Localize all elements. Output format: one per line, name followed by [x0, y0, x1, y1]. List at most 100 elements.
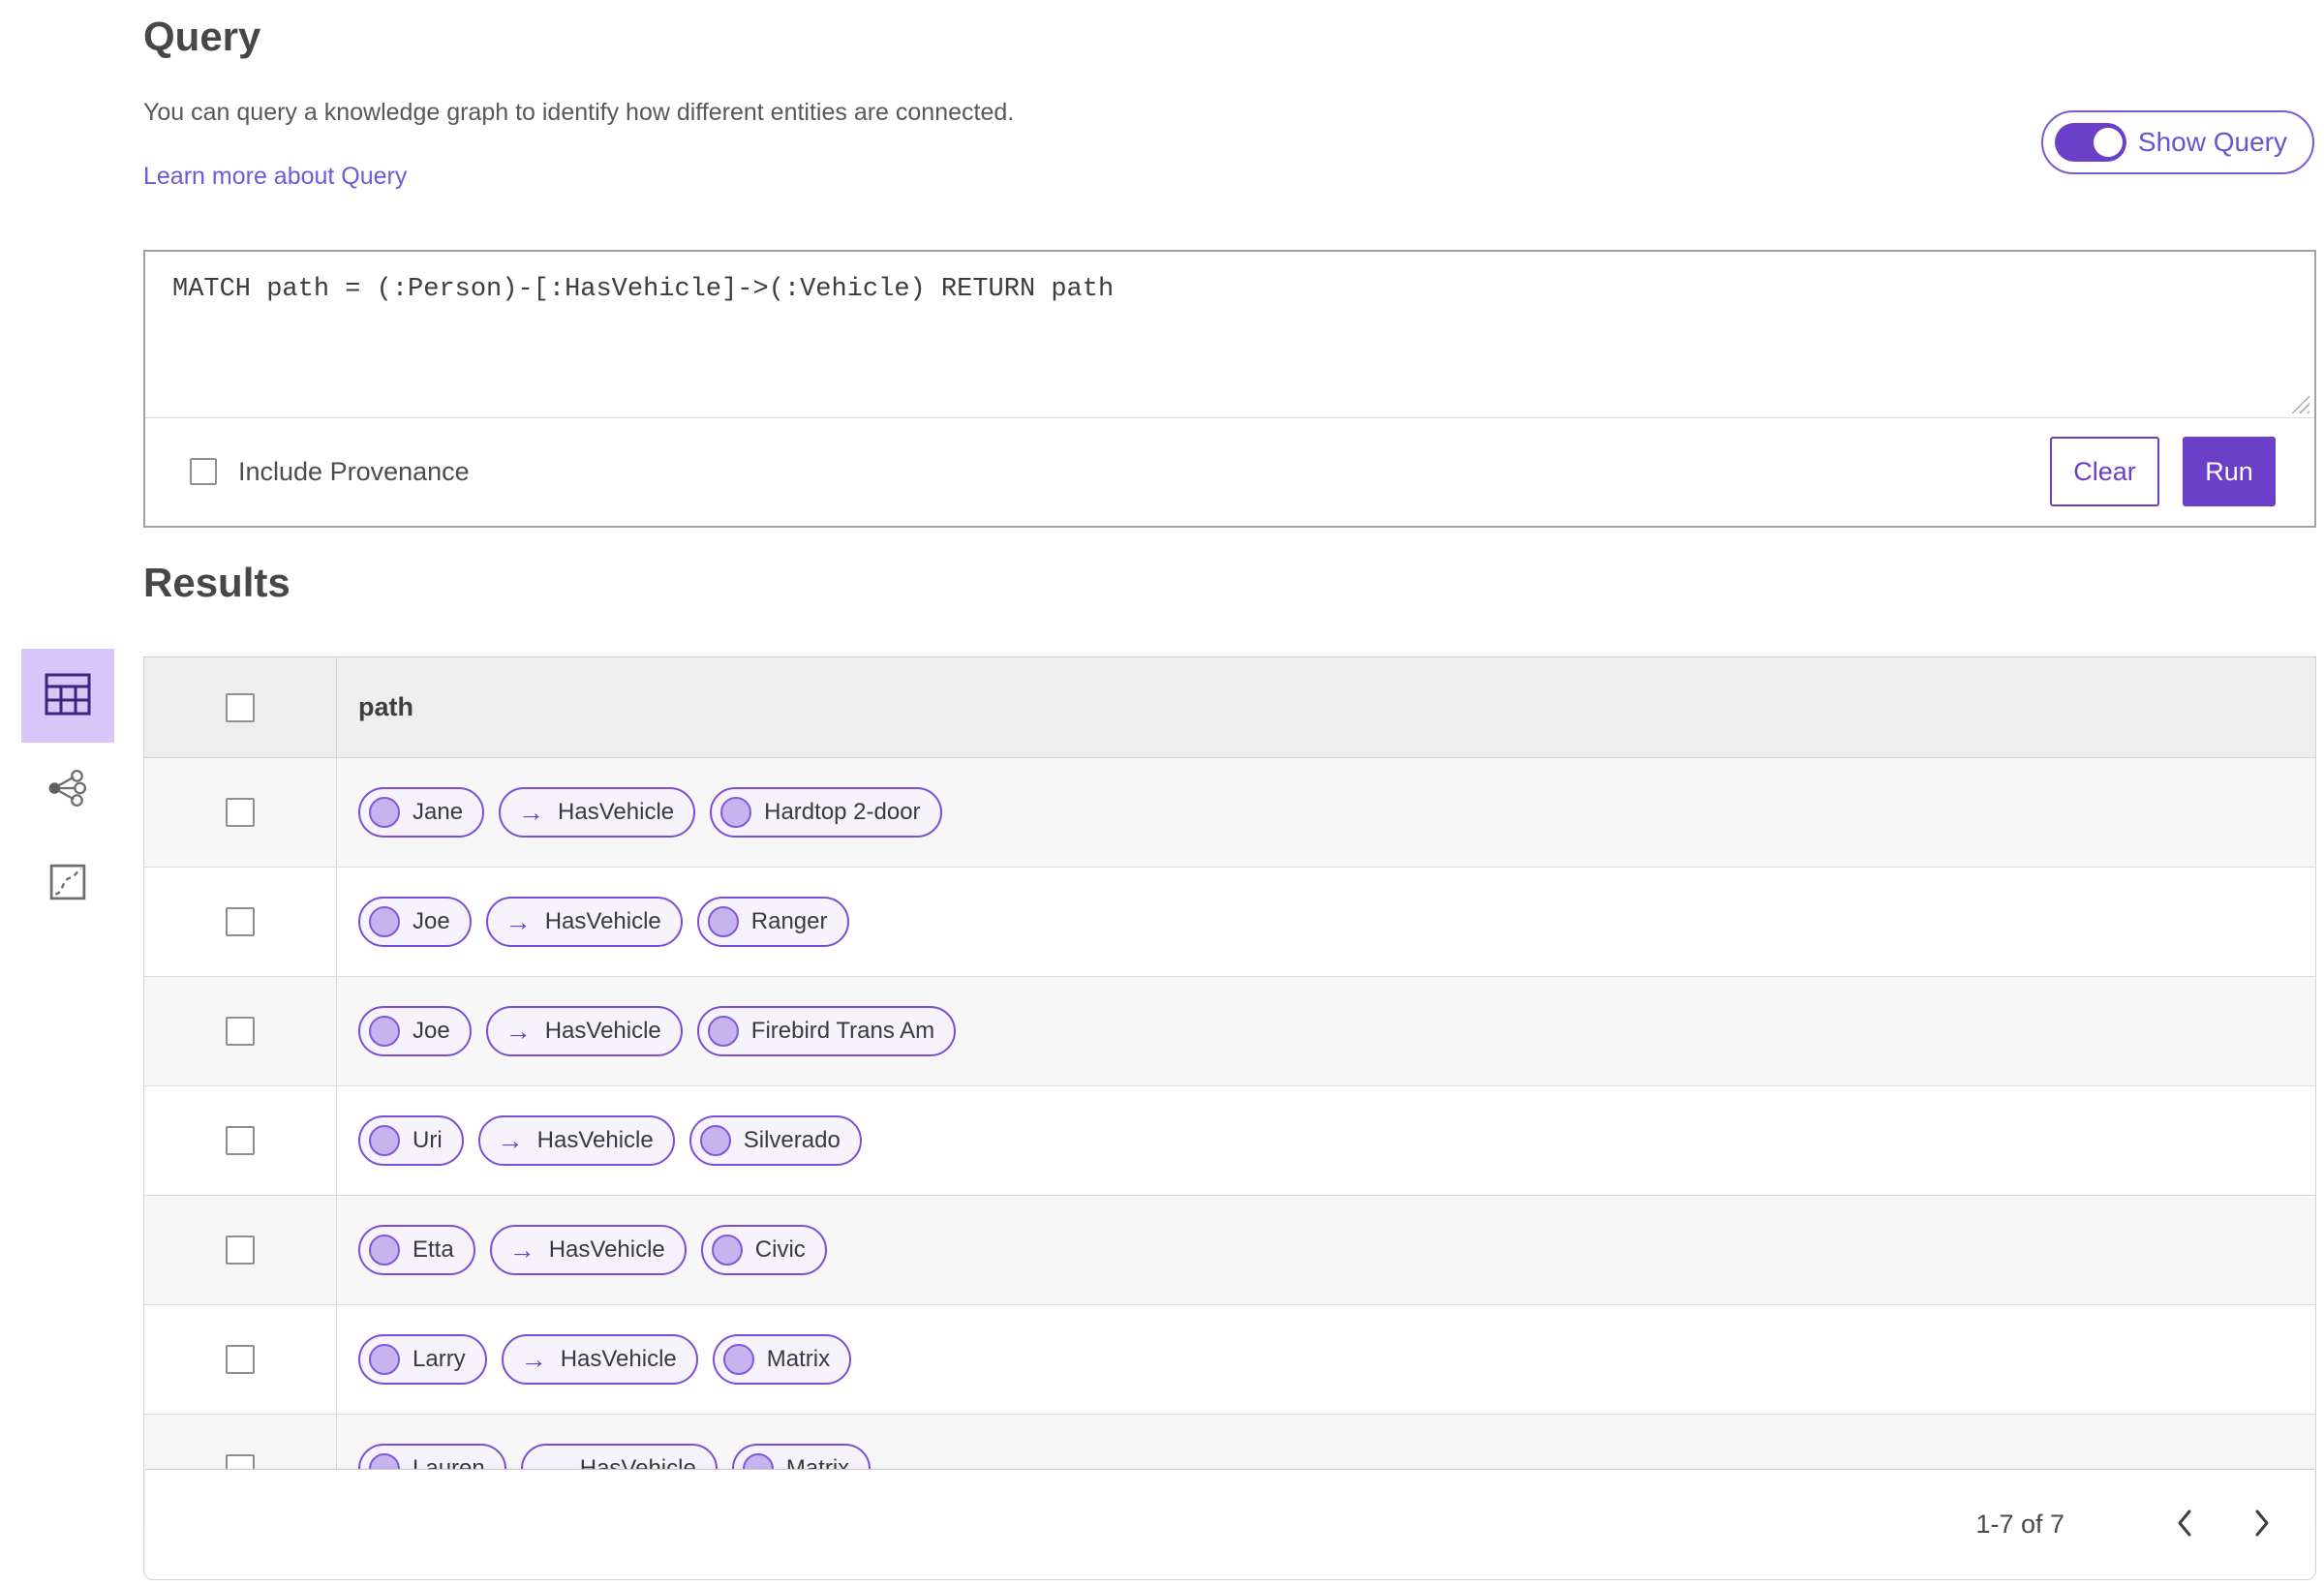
- relationship-label: HasVehicle: [544, 908, 661, 934]
- path-cell: Jane → HasVehicle Hardtop 2-door: [337, 758, 2315, 867]
- query-panel-footer: Include Provenance Clear Run: [145, 418, 2314, 525]
- relationship-pill[interactable]: → HasVehicle: [499, 787, 696, 838]
- row-select-cell: [144, 1196, 337, 1304]
- include-provenance-group[interactable]: Include Provenance: [190, 457, 470, 487]
- target-entity-pill[interactable]: Silverado: [688, 1115, 862, 1166]
- row-checkbox[interactable]: [226, 907, 255, 936]
- target-entity-label: Civic: [754, 1236, 806, 1263]
- table-view-icon: [45, 673, 91, 718]
- relationship-pill[interactable]: → HasVehicle: [485, 1006, 683, 1056]
- row-checkbox[interactable]: [226, 1345, 255, 1374]
- results-view-rail: [21, 649, 114, 930]
- target-entity-pill[interactable]: Matrix: [712, 1334, 852, 1385]
- target-entity-label: Firebird Trans Am: [750, 1018, 935, 1044]
- target-entity-label: Matrix: [766, 1346, 831, 1372]
- row-select-cell: [144, 758, 337, 867]
- pagination-range-label: 1-7 of 7: [1975, 1509, 2064, 1539]
- entity-node-icon: [699, 1125, 731, 1156]
- table-row: Larry → HasVehicle Matrix: [144, 1305, 2315, 1415]
- entity-node-icon: [722, 1344, 754, 1375]
- path-cell: Joe → HasVehicle Firebird Trans Am: [337, 977, 2315, 1085]
- relationship-pill[interactable]: → HasVehicle: [485, 897, 683, 947]
- row-select-cell: [144, 1086, 337, 1195]
- map-view-button[interactable]: [21, 837, 114, 930]
- arrow-right-icon: →: [497, 1125, 524, 1155]
- previous-page-button[interactable]: [2163, 1503, 2206, 1545]
- run-button[interactable]: Run: [2183, 437, 2276, 506]
- entity-node-icon: [720, 797, 752, 828]
- entity-node-icon: [707, 906, 739, 937]
- target-entity-label: Hardtop 2-door: [764, 799, 921, 825]
- chevron-right-icon: [2253, 1509, 2271, 1540]
- table-row: Uri → HasVehicle Silverado: [144, 1086, 2315, 1196]
- relationship-label: HasVehicle: [544, 1018, 661, 1044]
- clear-button[interactable]: Clear: [2050, 437, 2159, 506]
- row-checkbox[interactable]: [226, 1017, 255, 1046]
- target-entity-pill[interactable]: Ranger: [696, 897, 849, 947]
- select-all-checkbox[interactable]: [226, 692, 255, 722]
- target-entity-label: Ranger: [750, 908, 828, 934]
- path-column-header: path: [358, 692, 413, 721]
- relationship-label: HasVehicle: [548, 1236, 665, 1263]
- row-checkbox[interactable]: [226, 1126, 255, 1155]
- arrow-right-icon: →: [505, 1016, 532, 1046]
- toggle-knob: [2093, 128, 2123, 157]
- source-entity-pill[interactable]: Uri: [358, 1115, 464, 1166]
- show-query-toggle[interactable]: Show Query: [2040, 110, 2314, 174]
- link-chart-view-button[interactable]: [21, 743, 114, 837]
- source-entity-label: Larry: [413, 1346, 466, 1372]
- path-cell: Uri → HasVehicle Silverado: [337, 1086, 2315, 1195]
- source-entity-label: Joe: [413, 908, 450, 934]
- query-input[interactable]: MATCH path = (:Person)-[:HasVehicle]->(:…: [145, 252, 2314, 418]
- source-entity-pill[interactable]: Joe: [358, 1006, 472, 1056]
- target-entity-label: Silverado: [743, 1127, 841, 1153]
- path-cell: Larry → HasVehicle Matrix: [337, 1305, 2315, 1414]
- entity-node-icon: [369, 1125, 400, 1156]
- include-provenance-label: Include Provenance: [238, 456, 470, 486]
- next-page-button[interactable]: [2241, 1503, 2283, 1545]
- results-title: Results: [143, 560, 290, 605]
- include-provenance-checkbox[interactable]: [190, 458, 217, 485]
- toggle-switch-icon[interactable]: [2054, 123, 2126, 162]
- link-chart-view-icon: [47, 768, 88, 811]
- table-row: Etta → HasVehicle Civic: [144, 1196, 2315, 1305]
- target-entity-pill[interactable]: Hardtop 2-door: [710, 787, 942, 838]
- entity-node-icon: [369, 1016, 400, 1047]
- arrow-right-icon: →: [508, 1235, 535, 1265]
- row-checkbox[interactable]: [226, 1235, 255, 1265]
- relationship-label: HasVehicle: [560, 1346, 677, 1372]
- learn-more-link[interactable]: Learn more about Query: [143, 163, 407, 191]
- relationship-label: HasVehicle: [536, 1127, 654, 1153]
- target-entity-pill[interactable]: Firebird Trans Am: [696, 1006, 957, 1056]
- map-view-icon: [49, 864, 86, 903]
- entity-node-icon: [711, 1235, 743, 1266]
- relationship-pill[interactable]: → HasVehicle: [489, 1225, 687, 1275]
- row-select-cell: [144, 977, 337, 1085]
- relationship-pill[interactable]: → HasVehicle: [477, 1115, 675, 1166]
- results-table-body: Jane → HasVehicle Hardtop 2-door Joe → HasVehi…: [144, 758, 2315, 1524]
- source-entity-pill[interactable]: Joe: [358, 897, 472, 947]
- target-entity-pill[interactable]: Civic: [700, 1225, 827, 1275]
- relationship-label: HasVehicle: [558, 799, 675, 825]
- relationship-pill[interactable]: → HasVehicle: [501, 1334, 698, 1385]
- entity-node-icon: [369, 1344, 400, 1375]
- arrow-right-icon: →: [520, 1344, 547, 1374]
- source-entity-pill[interactable]: Etta: [358, 1225, 475, 1275]
- row-checkbox[interactable]: [226, 798, 255, 827]
- query-panel: MATCH path = (:Person)-[:HasVehicle]->(:…: [143, 250, 2316, 528]
- arrow-right-icon: →: [518, 797, 545, 827]
- table-view-button[interactable]: [21, 649, 114, 743]
- source-entity-pill[interactable]: Jane: [358, 787, 485, 838]
- entity-node-icon: [369, 1235, 400, 1266]
- results-table: path Jane → HasVehicle Hardtop 2-door Joe → Ha…: [143, 656, 2316, 1580]
- entity-node-icon: [369, 906, 400, 937]
- table-header-row: path: [144, 657, 2315, 758]
- source-entity-pill[interactable]: Larry: [358, 1334, 487, 1385]
- table-row: Jane → HasVehicle Hardtop 2-door: [144, 758, 2315, 868]
- pagination-bar: 1-7 of 7: [145, 1469, 2314, 1578]
- row-select-cell: [144, 868, 337, 976]
- select-all-cell: [144, 657, 337, 757]
- source-entity-label: Joe: [413, 1018, 450, 1044]
- source-entity-label: Jane: [413, 799, 464, 825]
- arrow-right-icon: →: [505, 906, 532, 936]
